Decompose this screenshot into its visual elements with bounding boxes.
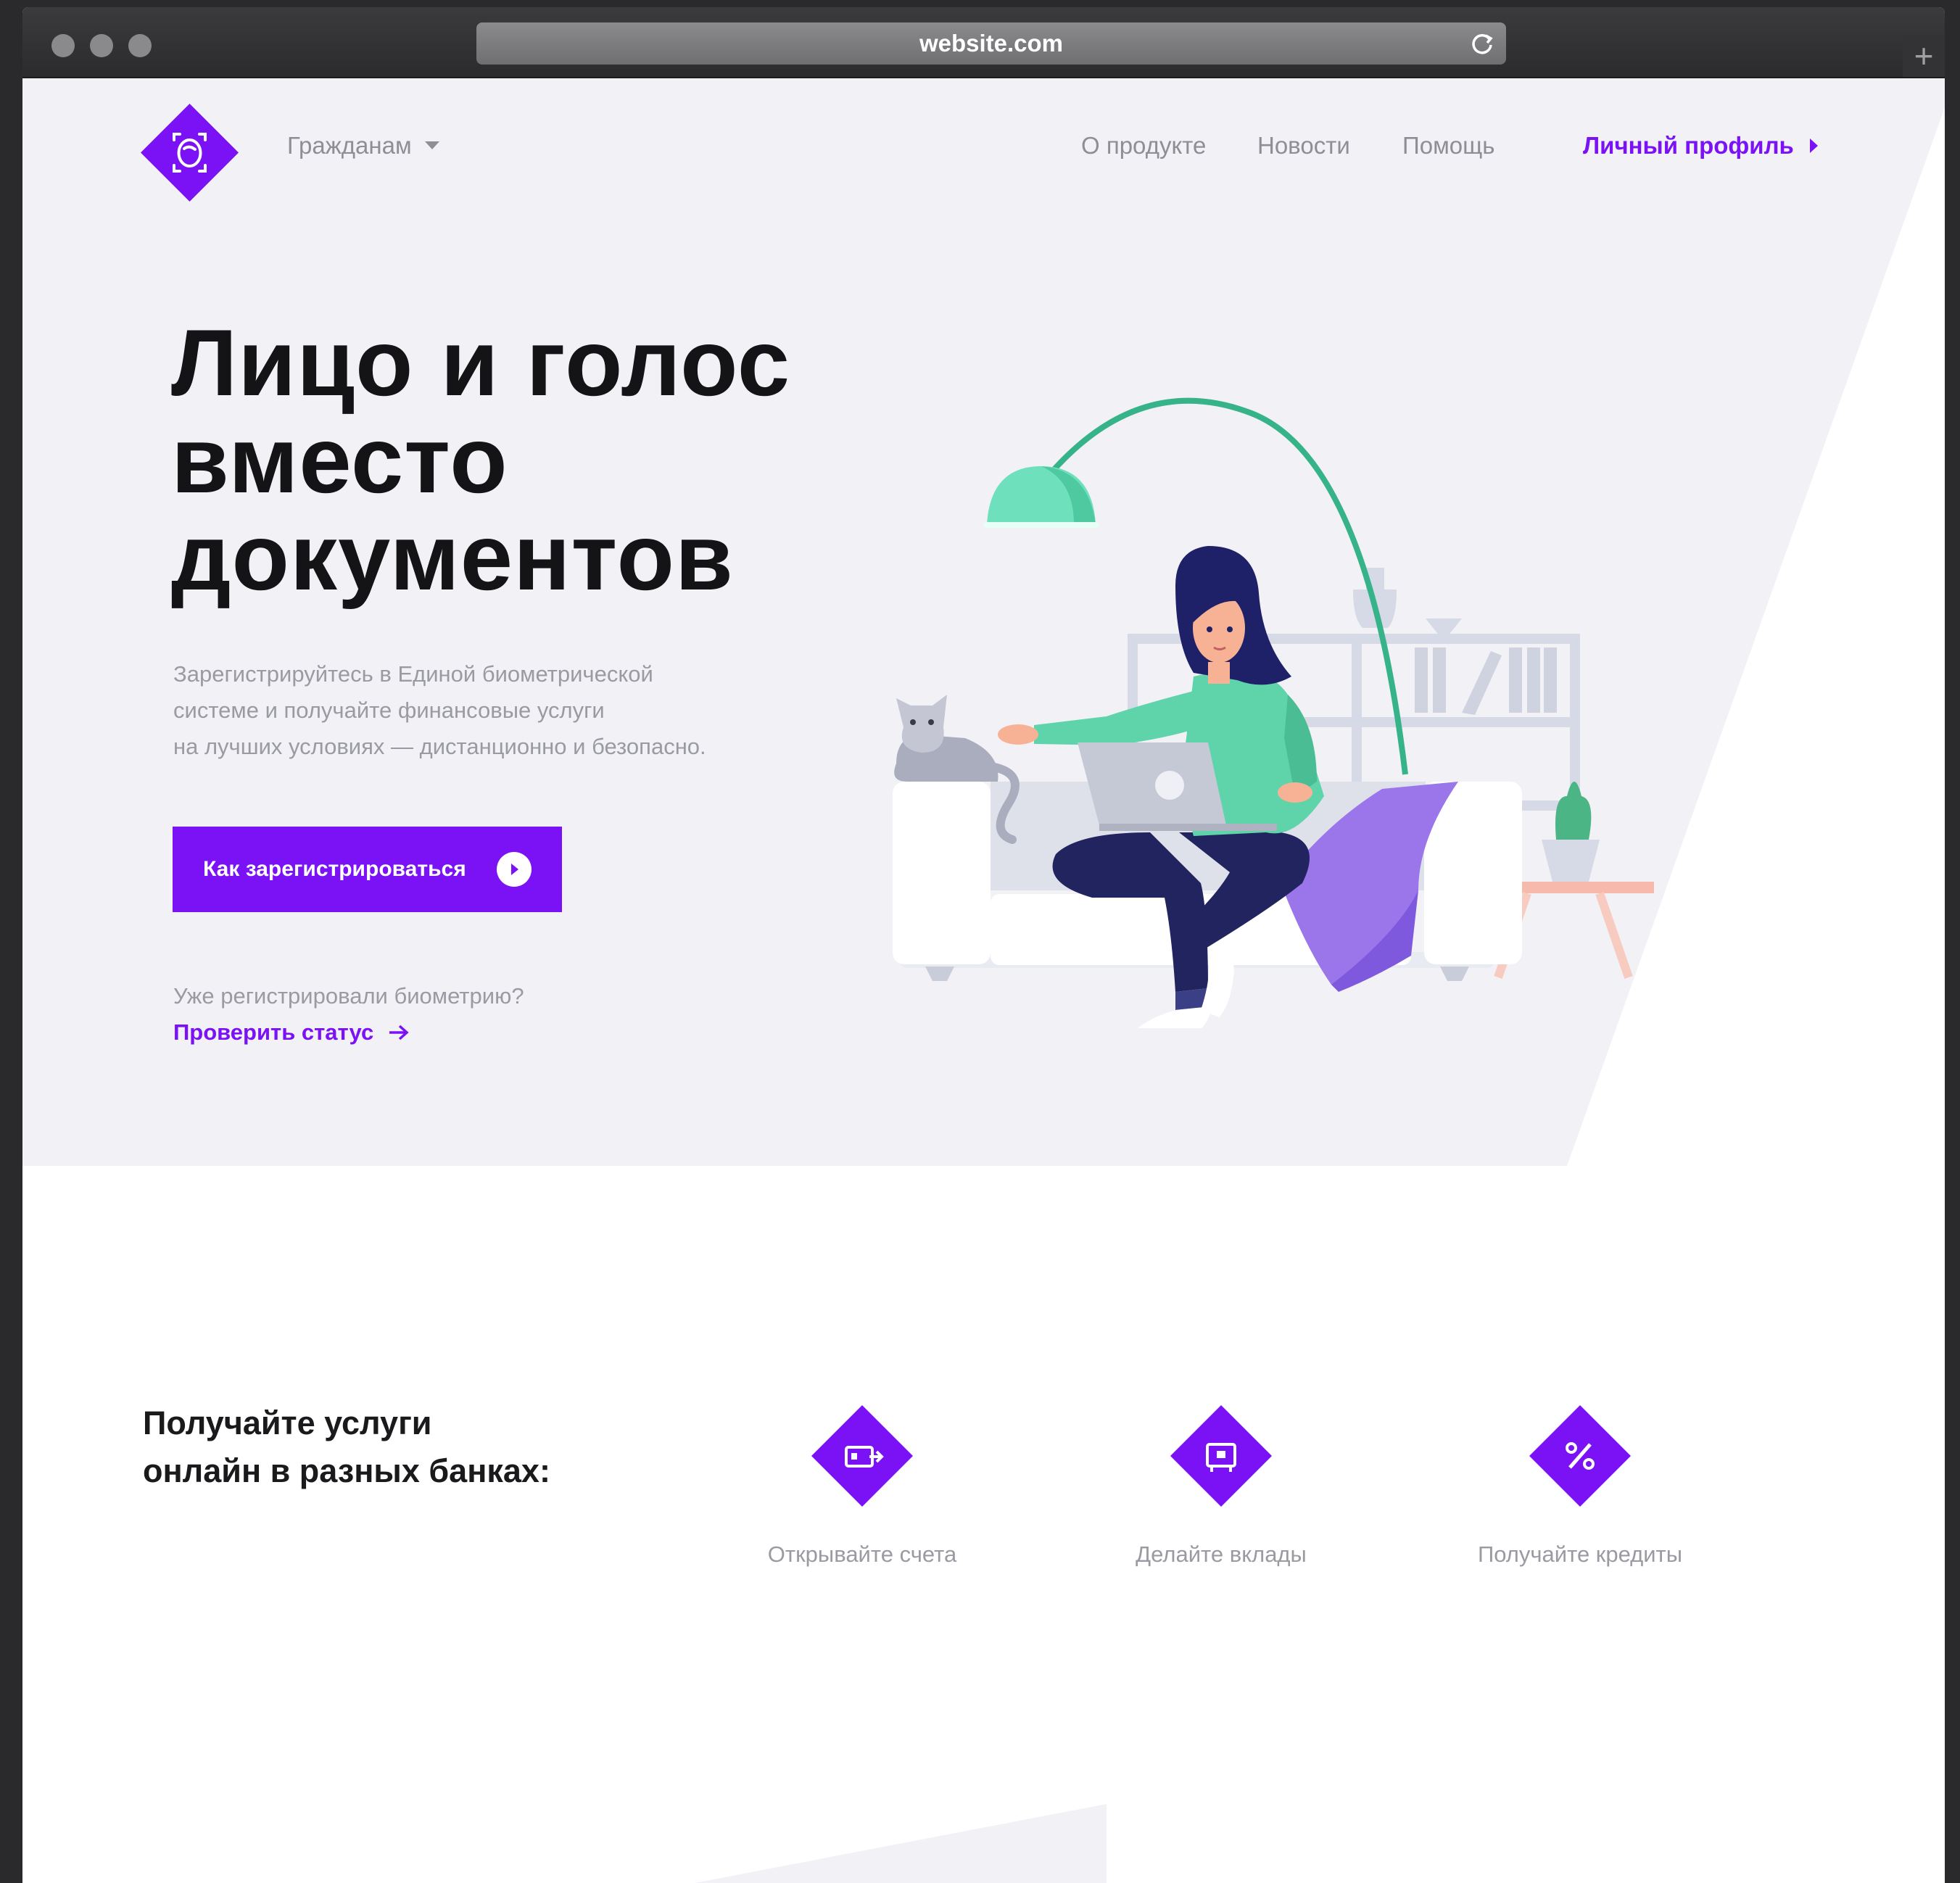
citizens-dropdown-label: Гражданам	[287, 132, 412, 159]
chevron-down-icon	[424, 141, 439, 149]
reload-icon[interactable]	[1468, 30, 1496, 57]
card-transfer-icon[interactable]	[811, 1405, 913, 1507]
new-tab-button[interactable]: +	[1903, 35, 1945, 77]
profile-link[interactable]: Личный профиль	[1583, 132, 1819, 160]
service-open-accounts[interactable]: Открывайте счета	[717, 1405, 1007, 1568]
hero-description: Зарегистрируйтесь в Единой биометрическо…	[173, 661, 706, 759]
woman-on-sofa-illustration	[893, 397, 1654, 1028]
service-credits-label: Получайте кредиты	[1477, 1541, 1683, 1567]
section-divider-shape	[695, 1804, 1107, 1883]
service-open-accounts-label: Открывайте счета	[767, 1541, 957, 1567]
service-deposits[interactable]: Делайте вклады	[1076, 1405, 1366, 1568]
service-credits[interactable]: Получайте кредиты	[1435, 1405, 1725, 1568]
arrow-right-icon	[389, 1025, 409, 1040]
how-to-register-button[interactable]: Как зарегистрироваться	[173, 827, 562, 912]
check-status-label: Проверить статус	[173, 1019, 374, 1045]
citizens-dropdown[interactable]: Гражданам	[287, 132, 439, 160]
profile-link-label: Личный профиль	[1583, 132, 1794, 159]
browser-window: website.com + Гражданам О продукте Новос…	[22, 7, 1945, 1883]
page-content: Гражданам О продукте Новости Помощь Личн…	[22, 78, 1945, 1883]
services-title: Получайте услуги онлайн в разных банках:	[143, 1404, 550, 1489]
already-registered-text: Уже регистрировали биометрию?	[173, 983, 524, 1009]
nav-link-about[interactable]: О продукте	[1081, 132, 1206, 160]
maximize-window-button[interactable]	[128, 34, 152, 57]
browser-titlebar: website.com +	[22, 7, 1945, 78]
how-to-register-label: Как зарегистрироваться	[203, 857, 466, 881]
nav-link-news[interactable]: Новости	[1257, 132, 1350, 160]
check-status-link[interactable]: Проверить статус	[173, 1019, 410, 1046]
safe-icon[interactable]	[1170, 1405, 1272, 1507]
play-circle-icon	[497, 852, 532, 887]
minimize-window-button[interactable]	[90, 34, 113, 57]
percent-icon[interactable]	[1529, 1405, 1631, 1507]
url-text: website.com	[919, 30, 1064, 57]
logo-icon[interactable]	[141, 104, 239, 202]
caret-right-icon	[1809, 138, 1818, 153]
service-deposits-label: Делайте вклады	[1136, 1541, 1307, 1567]
close-window-button[interactable]	[51, 34, 75, 57]
hero-title: Лицо и голос вместо документов	[171, 310, 791, 610]
address-bar[interactable]: website.com	[476, 22, 1506, 65]
nav-link-help[interactable]: Помощь	[1402, 132, 1494, 160]
